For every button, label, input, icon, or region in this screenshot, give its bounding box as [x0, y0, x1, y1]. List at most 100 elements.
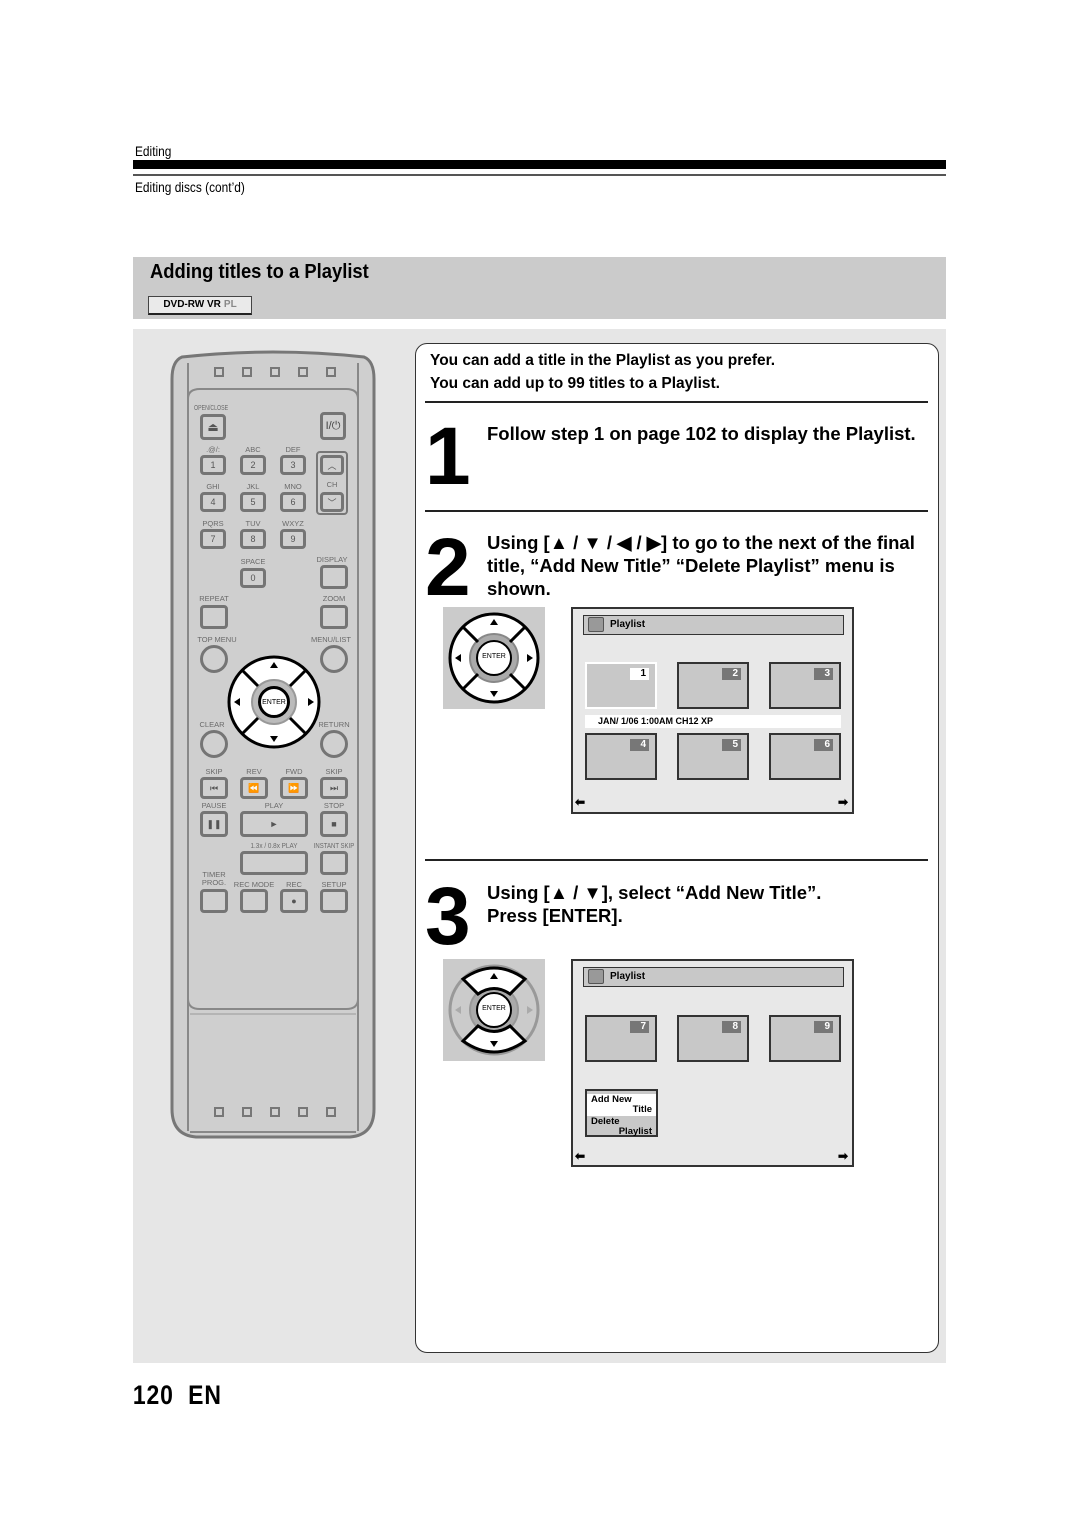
disc-type-label: DVD-RW VR: [163, 299, 221, 310]
disc-type-badge: DVD-RW VR PL: [148, 296, 252, 315]
menu-item-label: Add New: [591, 1094, 632, 1105]
arrow-left-icon[interactable]: ⬅: [575, 795, 585, 809]
pause-label: PAUSE: [201, 801, 227, 810]
skip-back-button[interactable]: ⏮: [200, 777, 228, 799]
key-7-button[interactable]: 7: [200, 529, 226, 549]
pause-icon: ❚❚: [206, 818, 222, 829]
key-8-button[interactable]: 8: [240, 529, 266, 549]
power-icon: I/⏻: [325, 419, 341, 432]
channel-down-button[interactable]: ﹀: [320, 492, 344, 512]
menu-item-add-new-title[interactable]: Add New Title: [587, 1094, 656, 1116]
key-7-label: PQRS: [202, 519, 224, 528]
title-thumbnail[interactable]: 7: [585, 1015, 657, 1062]
top-menu-button[interactable]: [200, 645, 228, 673]
instruction-card: [415, 343, 939, 1353]
channel-label: CH: [326, 480, 338, 489]
arrow-right-icon[interactable]: ➡: [838, 1149, 848, 1163]
speed-play-button[interactable]: [240, 851, 308, 875]
key-2-button[interactable]: 2: [240, 455, 266, 475]
rec-button[interactable]: ●: [280, 889, 308, 913]
playlist-mark-icon: PL: [223, 299, 237, 310]
key-4-button[interactable]: 4: [200, 492, 226, 512]
key-1-button[interactable]: 1: [200, 455, 226, 475]
key-6-button[interactable]: 6: [280, 492, 306, 512]
setup-label: SETUP: [321, 880, 347, 889]
key-5-label: JKL: [246, 482, 260, 491]
title-thumbnail[interactable]: 8: [677, 1015, 749, 1062]
rev-button[interactable]: ⏪: [240, 777, 268, 799]
power-button[interactable]: I/⏻: [320, 412, 346, 440]
return-button[interactable]: [320, 730, 348, 758]
skip-back-label: SKIP: [205, 767, 223, 776]
arrow-right-icon[interactable]: ➡: [838, 795, 848, 809]
arrow-left-icon[interactable]: ⬅: [575, 1149, 585, 1163]
title-thumbnail[interactable]: 5: [677, 733, 749, 780]
skip-back-icon: ⏮: [209, 782, 219, 793]
zoom-button[interactable]: [320, 605, 348, 629]
screen-title: Playlist: [610, 971, 646, 982]
step-3-number: 3: [425, 871, 471, 962]
record-icon: ●: [291, 896, 297, 906]
remote-control: OPEN/CLOSE ⏏ I/⏻ .@/: ABC DEF 1 2 3 GHI …: [170, 349, 376, 1139]
title-number: 5: [722, 739, 741, 751]
title-thumbnail[interactable]: 6: [769, 733, 841, 780]
clear-button[interactable]: [200, 730, 228, 758]
timer-prog-button[interactable]: [200, 889, 228, 913]
indicator-icon: [326, 367, 336, 377]
title-thumbnail[interactable]: 1: [585, 662, 657, 709]
dpad-enter-label: ENTER: [482, 653, 506, 660]
divider: [425, 401, 928, 403]
key-1-label: .@/:: [206, 445, 220, 454]
intro-line-2: You can add up to 99 titles to a Playlis…: [430, 375, 720, 392]
header-rule: [133, 174, 946, 176]
title-thumbnail[interactable]: 9: [769, 1015, 841, 1062]
playlist-options-menu: Add New Title Delete Playlist: [585, 1089, 658, 1137]
stop-icon: ■: [331, 819, 337, 829]
step-2-text: Using [▲ / ▼ / ◀ / ▶] to go to the next …: [487, 532, 915, 599]
menu-item-delete-playlist[interactable]: Delete Playlist: [587, 1116, 656, 1138]
rec-mode-button[interactable]: [240, 889, 268, 913]
skip-fwd-label: SKIP: [325, 767, 343, 776]
repeat-button[interactable]: [200, 605, 228, 629]
timer-prog-label: TIMER PROG.: [201, 870, 227, 887]
title-number: 8: [722, 1021, 741, 1033]
rec-mode-label: REC MODE: [233, 880, 275, 889]
title-thumbnail[interactable]: 2: [677, 662, 749, 709]
title-thumbnail[interactable]: 3: [769, 662, 841, 709]
stop-button[interactable]: ■: [320, 811, 348, 837]
title-number: 4: [630, 739, 649, 751]
open-close-button[interactable]: ⏏: [200, 414, 226, 440]
display-label: DISPLAY: [316, 555, 348, 564]
step-3-text: Using [▲ / ▼], select “Add New Title”. P…: [487, 882, 822, 926]
key-0-button[interactable]: 0: [240, 568, 266, 588]
setup-button[interactable]: [320, 889, 348, 913]
key-8-label: TUV: [245, 519, 261, 528]
channel-up-button[interactable]: ︿: [320, 455, 344, 475]
repeat-label: REPEAT: [199, 594, 229, 603]
key-3-button[interactable]: 3: [280, 455, 306, 475]
indicator-icon: [242, 367, 252, 377]
intro-line-1: You can add a title in the Playlist as y…: [430, 352, 776, 369]
menu-list-button[interactable]: [320, 645, 348, 673]
indicator-icon: [242, 1107, 252, 1117]
key-9-label: WXYZ: [282, 519, 304, 528]
title-number: 2: [722, 668, 741, 680]
remote-enter-button[interactable]: ENTER: [258, 686, 290, 718]
key-3-label: DEF: [285, 445, 301, 454]
skip-fwd-button[interactable]: ⏭: [320, 777, 348, 799]
display-button[interactable]: [320, 565, 348, 589]
title-number: 3: [814, 668, 833, 680]
pause-button[interactable]: ❚❚: [200, 811, 228, 837]
divider: [425, 859, 928, 861]
play-button[interactable]: ►: [240, 811, 308, 837]
key-6-label: MNO: [284, 482, 302, 491]
instant-skip-button[interactable]: [320, 851, 348, 875]
key-9-button[interactable]: 9: [280, 529, 306, 549]
zoom-label: ZOOM: [322, 594, 346, 603]
title-thumbnail[interactable]: 4: [585, 733, 657, 780]
page-number: 120 EN: [133, 1380, 222, 1411]
rewind-icon: ⏪: [248, 782, 260, 793]
fwd-button[interactable]: ⏩: [280, 777, 308, 799]
speed-play-label: 1.3x / 0.8x PLAY: [250, 841, 298, 850]
key-5-button[interactable]: 5: [240, 492, 266, 512]
